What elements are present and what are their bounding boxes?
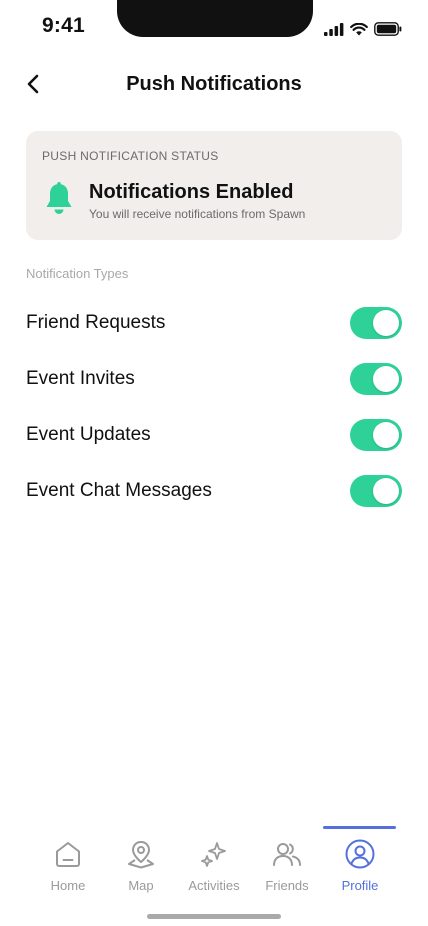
tab-profile[interactable]: Profile bbox=[320, 826, 400, 898]
event-updates-toggle[interactable] bbox=[350, 419, 402, 451]
toggle-knob bbox=[373, 366, 399, 392]
status-subtitle: You will receive notifications from Spaw… bbox=[89, 207, 306, 221]
event-invites-toggle[interactable] bbox=[350, 363, 402, 395]
home-indicator bbox=[147, 914, 281, 919]
status-title: Notifications Enabled bbox=[89, 181, 294, 203]
toggle-row-event-chat-messages: Event Chat Messages bbox=[26, 471, 402, 511]
page-title: Push Notifications bbox=[126, 73, 302, 95]
toggle-knob bbox=[373, 310, 399, 336]
event-chat-messages-toggle[interactable] bbox=[350, 475, 402, 507]
notification-status-card: PUSH NOTIFICATION STATUS Notifications E… bbox=[26, 131, 402, 240]
profile-icon bbox=[345, 839, 375, 869]
tab-label: Home bbox=[50, 878, 86, 893]
tab-map[interactable]: Map bbox=[101, 826, 181, 898]
friends-icon bbox=[273, 843, 301, 866]
sparkles-icon bbox=[201, 842, 226, 867]
toggle-label: Friend Requests bbox=[26, 312, 166, 333]
tab-label: Map bbox=[128, 878, 154, 893]
status-icons bbox=[324, 22, 402, 36]
signal-icon bbox=[324, 22, 344, 36]
tab-bar: Home Map Activities Friends Profile bbox=[0, 826, 428, 906]
tab-label: Friends bbox=[265, 878, 309, 893]
tab-label: Profile bbox=[341, 878, 379, 893]
tab-home[interactable]: Home bbox=[28, 826, 108, 898]
tab-label: Activities bbox=[188, 878, 240, 893]
section-label: Notification Types bbox=[26, 266, 129, 281]
toggle-knob bbox=[373, 478, 399, 504]
toggle-knob bbox=[373, 422, 399, 448]
bell-icon bbox=[46, 182, 72, 214]
toggle-row-event-updates: Event Updates bbox=[26, 415, 402, 455]
wifi-icon bbox=[350, 22, 368, 35]
toggle-row-friend-requests: Friend Requests bbox=[26, 303, 402, 343]
home-icon bbox=[56, 842, 80, 867]
toggle-label: Event Chat Messages bbox=[26, 480, 212, 501]
tab-activities[interactable]: Activities bbox=[174, 826, 254, 898]
status-time: 9:41 bbox=[42, 14, 85, 37]
device-notch bbox=[117, 0, 313, 37]
battery-icon bbox=[374, 22, 402, 36]
tab-friends[interactable]: Friends bbox=[247, 826, 327, 898]
toggle-row-event-invites: Event Invites bbox=[26, 359, 402, 399]
toggle-label: Event Invites bbox=[26, 368, 135, 389]
friend-requests-toggle[interactable] bbox=[350, 307, 402, 339]
status-caption: PUSH NOTIFICATION STATUS bbox=[42, 149, 219, 163]
toggle-label: Event Updates bbox=[26, 424, 151, 445]
header: Push Notifications bbox=[0, 62, 428, 106]
status-bar: 9:41 bbox=[0, 0, 428, 54]
map-pin-icon bbox=[128, 841, 154, 869]
